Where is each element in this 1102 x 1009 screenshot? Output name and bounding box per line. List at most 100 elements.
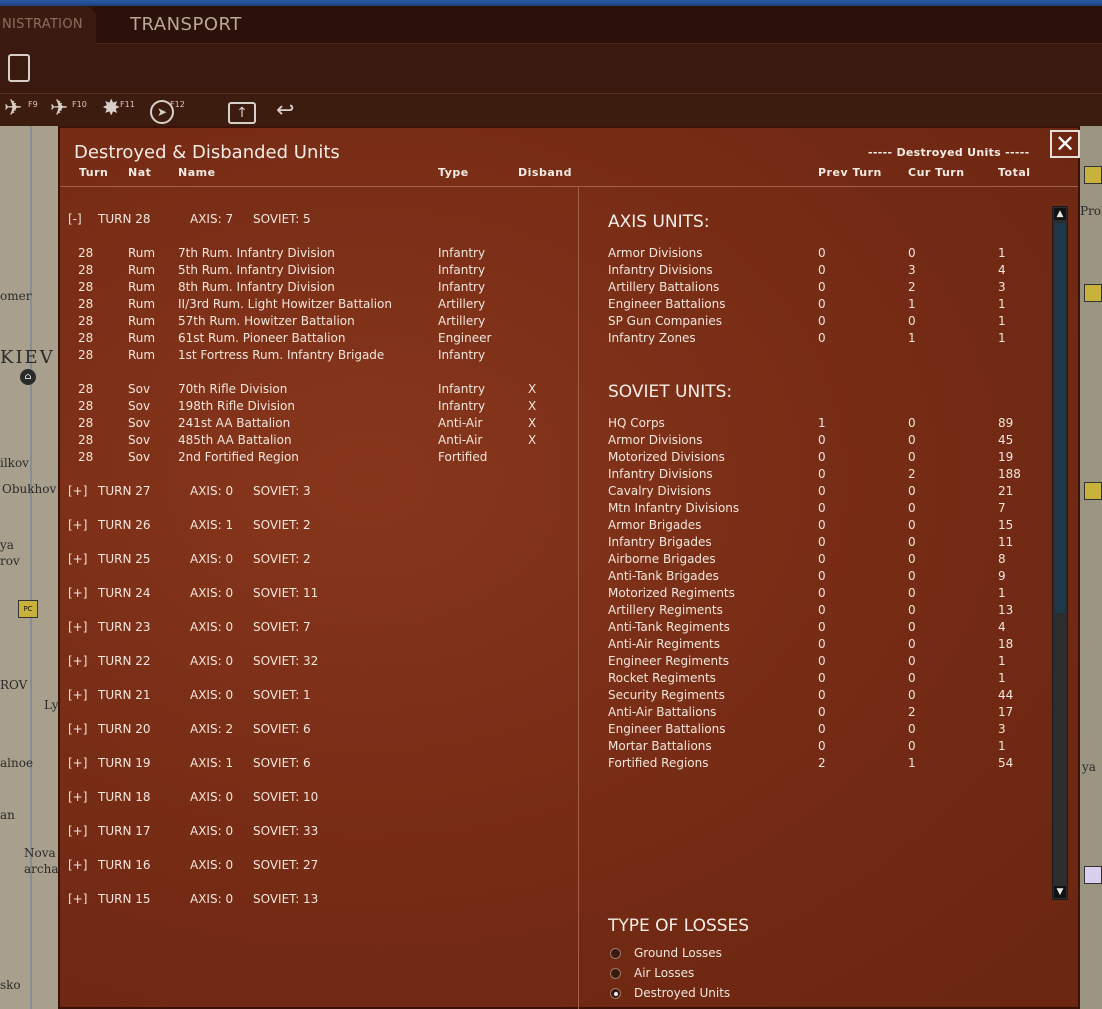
summary-scrollbar[interactable]: ▲ ▼ <box>1052 206 1068 900</box>
summary-cur-turn: 0 <box>908 586 916 600</box>
bomber-icon[interactable]: ✈ <box>50 96 68 121</box>
expand-toggle[interactable]: [+] <box>68 756 87 770</box>
explosion-icon[interactable]: ✸ <box>102 96 120 121</box>
radio-button[interactable] <box>610 988 621 999</box>
map-label: Obukhov <box>2 482 57 496</box>
unit-name: 485th AA Battalion <box>178 433 292 447</box>
expand-toggle[interactable]: [+] <box>68 586 87 600</box>
header-nat[interactable]: Nat <box>128 166 151 179</box>
scroll-down-arrow-icon[interactable]: ▼ <box>1054 886 1066 898</box>
map-view-right[interactable]: Prok ya <box>1080 126 1102 1009</box>
header-turn[interactable]: Turn <box>79 166 108 179</box>
summary-total: 17 <box>998 705 1014 719</box>
unit-name: II/3rd Rum. Light Howitzer Battalion <box>178 297 393 311</box>
summary-category: Infantry Divisions <box>608 263 713 277</box>
expand-toggle[interactable]: [+] <box>68 790 87 804</box>
unit-counter[interactable]: PC <box>18 600 38 618</box>
summary-cur-turn: 0 <box>908 535 916 549</box>
undo-icon[interactable]: ↩ <box>276 98 294 123</box>
summary-total: 1 <box>998 739 1006 753</box>
expand-toggle[interactable]: [+] <box>68 484 87 498</box>
summary-row: Mortar Battalions 0 0 1 <box>580 739 1050 756</box>
summary-prev-turn: 0 <box>818 450 826 464</box>
summary-category: HQ Corps <box>608 416 665 430</box>
summary-category: Infantry Brigades <box>608 535 712 549</box>
map-label: rov <box>0 554 20 568</box>
summary-prev-turn: 0 <box>818 705 826 719</box>
summary-total: 4 <box>998 620 1006 634</box>
upload-icon[interactable]: ↑ <box>228 102 256 124</box>
scroll-thumb[interactable] <box>1055 223 1065 613</box>
summary-row: Artillery Battalions 0 2 3 <box>580 280 1050 297</box>
air-attack-icon[interactable]: ✈ <box>4 96 22 121</box>
header-cur-turn: Cur Turn <box>908 166 965 179</box>
unit-turn: 28 <box>78 416 94 430</box>
collapse-toggle[interactable]: [-] <box>68 212 82 226</box>
summary-category: Infantry Zones <box>608 331 696 345</box>
summary-cur-turn: 0 <box>908 722 916 736</box>
header-type[interactable]: Type <box>438 166 469 179</box>
close-button[interactable]: ✕ <box>1050 130 1080 158</box>
expand-toggle[interactable]: [+] <box>68 824 87 838</box>
unit-counter[interactable] <box>1084 166 1102 184</box>
summary-row: Anti-Tank Brigades 0 0 9 <box>580 569 1050 586</box>
summary-total: 44 <box>998 688 1014 702</box>
expand-toggle[interactable]: [+] <box>68 688 87 702</box>
soviet-count: SOVIET: 1 <box>253 688 311 702</box>
axis-count: AXIS: 0 <box>190 654 234 668</box>
scroll-up-arrow-icon[interactable]: ▲ <box>1054 208 1066 220</box>
map-label: ya <box>0 538 14 552</box>
clipboard-icon[interactable] <box>8 54 30 82</box>
summary-row: Artillery Regiments 0 0 13 <box>580 603 1050 620</box>
unit-disband-mark: X <box>528 399 537 413</box>
turn-label: TURN 17 <box>98 824 151 838</box>
f11-key-label: F11 <box>120 100 135 109</box>
radio-button[interactable] <box>610 948 621 959</box>
summary-prev-turn: 0 <box>818 280 826 294</box>
soviet-count: SOVIET: 33 <box>253 824 319 838</box>
expand-toggle[interactable]: [+] <box>68 518 87 532</box>
summary-prev-turn: 0 <box>818 331 826 345</box>
header-disband[interactable]: Disband <box>518 166 572 179</box>
unit-turn: 28 <box>78 297 94 311</box>
unit-name: 70th Rifle Division <box>178 382 288 396</box>
tab-transport[interactable]: TRANSPORT <box>130 6 242 44</box>
summary-cur-turn: 0 <box>908 484 916 498</box>
summary-category: Armor Divisions <box>608 246 703 260</box>
map-label: Ly <box>44 698 59 712</box>
summary-category: Motorized Divisions <box>608 450 725 464</box>
summary-row: Engineer Battalions 0 1 1 <box>580 297 1050 314</box>
expand-toggle[interactable]: [+] <box>68 552 87 566</box>
unit-type: Artillery <box>438 314 486 328</box>
unit-counter[interactable] <box>1084 482 1102 500</box>
summary-cur-turn: 2 <box>908 280 916 294</box>
axis-count: AXIS: 0 <box>190 586 234 600</box>
expand-toggle[interactable]: [+] <box>68 892 87 904</box>
summary-row: Engineer Battalions 0 0 3 <box>580 722 1050 739</box>
expand-toggle[interactable]: [+] <box>68 620 87 634</box>
unit-name: 1st Fortress Rum. Infantry Brigade <box>178 348 385 362</box>
summary-total: 54 <box>998 756 1014 770</box>
unit-turn: 28 <box>78 382 94 396</box>
unit-nationality: Sov <box>128 399 151 413</box>
map-label: ilkov <box>0 456 29 470</box>
expand-toggle[interactable]: [+] <box>68 722 87 736</box>
unit-type: Anti-Air <box>438 433 483 447</box>
header-total: Total <box>998 166 1031 179</box>
unit-counter[interactable] <box>1084 866 1102 884</box>
summary-cur-turn: 0 <box>908 569 916 583</box>
unit-counter[interactable] <box>1084 284 1102 302</box>
expand-toggle[interactable]: [+] <box>68 858 87 872</box>
summary-prev-turn: 0 <box>818 688 826 702</box>
turn-label: TURN 26 <box>98 518 151 532</box>
axis-count: AXIS: 0 <box>190 552 234 566</box>
radio-button[interactable] <box>610 968 621 979</box>
expand-toggle[interactable]: [+] <box>68 654 87 668</box>
map-view-left[interactable]: omer KIEV ⌂ ilkov Obukhov ya rov PC ROV … <box>0 126 60 1009</box>
unit-turn: 28 <box>78 263 94 277</box>
tab-administration[interactable]: NISTRATION <box>0 6 96 44</box>
unit-nationality: Rum <box>128 280 156 294</box>
summary-prev-turn: 0 <box>818 535 826 549</box>
unit-turn: 28 <box>78 331 94 345</box>
header-name[interactable]: Name <box>178 166 216 179</box>
